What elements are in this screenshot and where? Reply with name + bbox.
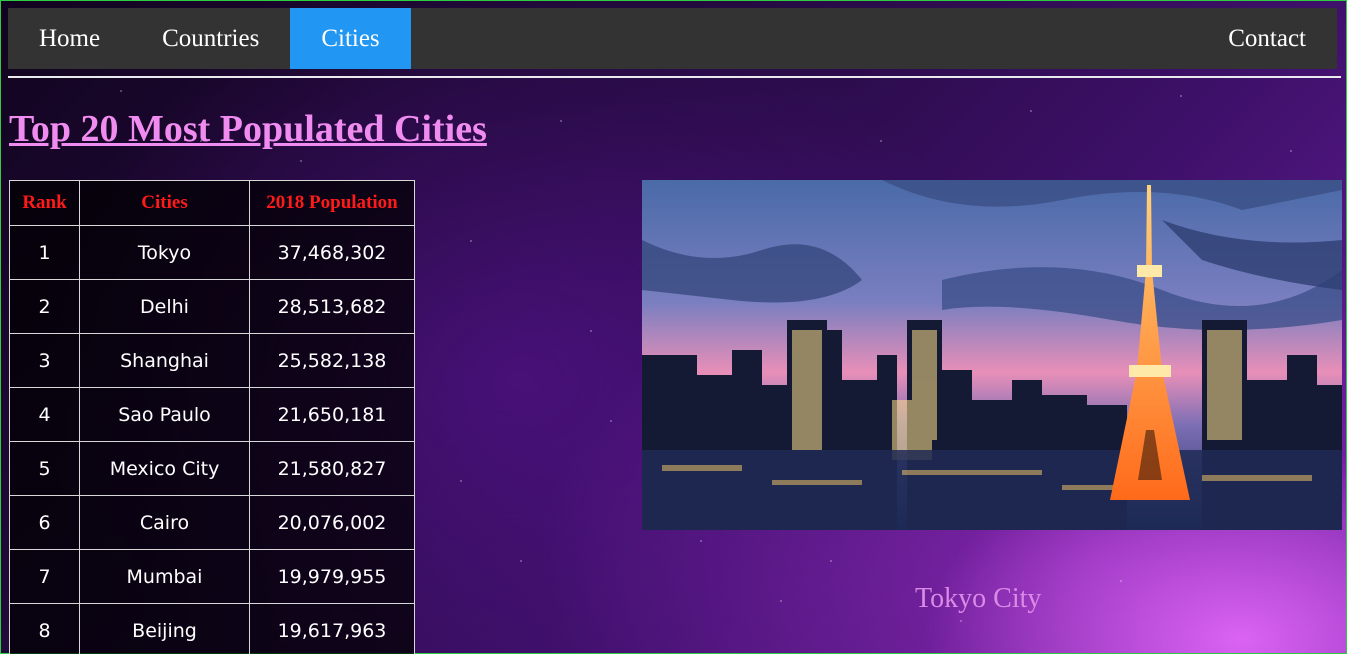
page-title: Top 20 Most Populated Cities — [9, 108, 487, 150]
table-row: 7 Mumbai 19,979,955 — [9, 549, 415, 604]
city-cell: Mumbai — [79, 549, 250, 604]
table-row: 6 Cairo 20,076,002 — [9, 495, 415, 550]
table-row: 8 Beijing 19,617,963 — [9, 603, 415, 654]
nav-home-link[interactable]: Home — [8, 8, 131, 69]
nav-divider — [8, 76, 1341, 78]
city-cell: Mexico City — [79, 441, 250, 496]
rank-cell: 8 — [9, 603, 80, 654]
rank-cell: 7 — [9, 549, 80, 604]
header-population: 2018 Population — [249, 180, 415, 226]
population-cell: 21,580,827 — [249, 441, 415, 496]
city-cell: Tokyo — [79, 225, 250, 280]
nav-cities-link[interactable]: Cities — [290, 8, 411, 69]
top-navbar: Home Countries Cities Contact — [8, 8, 1337, 69]
rank-cell: 2 — [9, 279, 80, 334]
city-cell: Beijing — [79, 603, 250, 654]
header-cities: Cities — [79, 180, 250, 226]
table-row: 3 Shanghai 25,582,138 — [9, 333, 415, 388]
rank-cell: 4 — [9, 387, 80, 442]
tokyo-skyline-photo — [642, 180, 1342, 530]
population-cell: 37,468,302 — [249, 225, 415, 280]
city-cell: Delhi — [79, 279, 250, 334]
city-cell: Shanghai — [79, 333, 250, 388]
rank-cell: 6 — [9, 495, 80, 550]
cities-table: Rank Cities 2018 Population 1 Tokyo 37,4… — [9, 180, 415, 654]
tokyo-skyline-image — [642, 180, 1342, 530]
photo-caption: Tokyo City — [915, 583, 1042, 614]
table-header-row: Rank Cities 2018 Population — [9, 180, 415, 226]
nav-contact-link[interactable]: Contact — [1197, 8, 1337, 69]
population-cell: 21,650,181 — [249, 387, 415, 442]
rank-cell: 1 — [9, 225, 80, 280]
city-cell: Sao Paulo — [79, 387, 250, 442]
table-row: 1 Tokyo 37,468,302 — [9, 225, 415, 280]
population-cell: 20,076,002 — [249, 495, 415, 550]
nav-countries-link[interactable]: Countries — [131, 8, 290, 69]
city-cell: Cairo — [79, 495, 250, 550]
population-cell: 19,979,955 — [249, 549, 415, 604]
header-rank: Rank — [9, 180, 80, 226]
table-row: 5 Mexico City 21,580,827 — [9, 441, 415, 496]
table-row: 2 Delhi 28,513,682 — [9, 279, 415, 334]
rank-cell: 5 — [9, 441, 80, 496]
population-cell: 28,513,682 — [249, 279, 415, 334]
table-row: 4 Sao Paulo 21,650,181 — [9, 387, 415, 442]
population-cell: 19,617,963 — [249, 603, 415, 654]
rank-cell: 3 — [9, 333, 80, 388]
population-cell: 25,582,138 — [249, 333, 415, 388]
